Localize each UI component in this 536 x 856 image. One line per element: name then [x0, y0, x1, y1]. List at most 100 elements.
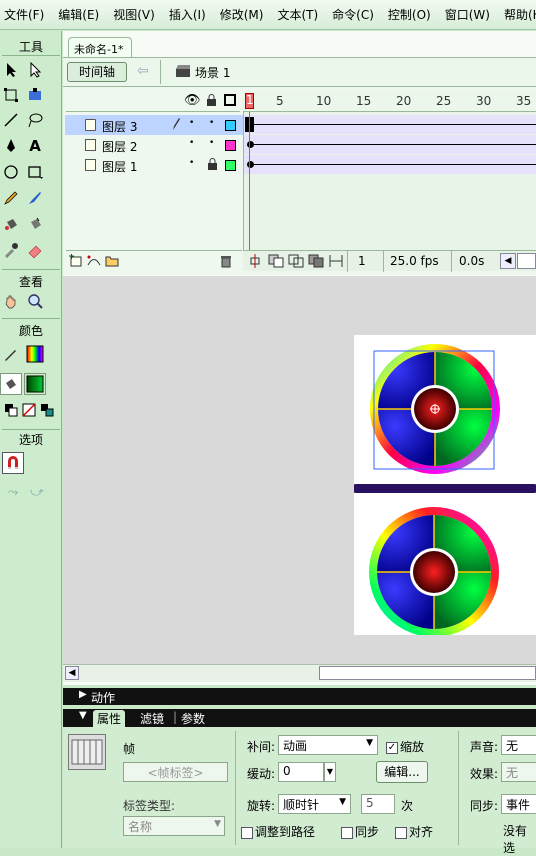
layer-name[interactable]: 图层 2 — [102, 138, 137, 155]
stroke-color-swatch[interactable] — [24, 343, 46, 365]
snap-magnet-icon[interactable] — [2, 452, 24, 474]
tab-filters[interactable]: 滤镜 — [140, 710, 164, 727]
sync-checkbox[interactable]: 同步 — [341, 823, 379, 840]
eye-icon[interactable]: 👁 — [184, 93, 201, 108]
expand-arrow-icon[interactable]: ▶ — [79, 689, 87, 700]
dropdown-arrow-icon: ▼ — [366, 738, 373, 748]
scroll-left-arrow-icon[interactable]: ◀ — [65, 666, 79, 680]
eraser-tool-icon[interactable] — [24, 239, 46, 261]
document-tab[interactable]: 未命名-1* — [68, 37, 132, 57]
fill-color-icon[interactable] — [0, 373, 22, 395]
frame-row[interactable] — [244, 155, 536, 174]
menu-help[interactable]: 帮助(H) — [500, 6, 536, 23]
brush-tool-icon[interactable] — [24, 187, 46, 209]
menu-insert[interactable]: 插入(I) — [165, 6, 210, 23]
actions-title[interactable]: 动作 — [91, 689, 115, 706]
add-guide-layer-icon[interactable] — [87, 254, 101, 267]
stage-canvas[interactable] — [352, 335, 536, 637]
frame-ruler[interactable]: 1 5 10 15 20 25 30 35 — [243, 90, 536, 112]
outline-color-swatch[interactable] — [225, 160, 236, 171]
onion-outlines-icon[interactable] — [288, 254, 304, 268]
orient-to-path-checkbox[interactable]: 调整到路径 — [241, 823, 315, 840]
visibility-dot[interactable]: • — [189, 118, 194, 128]
lock-dot[interactable]: • — [209, 118, 214, 128]
pen-tool-icon[interactable] — [0, 135, 22, 157]
free-transform-tool-icon[interactable] — [0, 84, 22, 106]
eyedropper-tool-icon[interactable] — [0, 239, 22, 261]
text-tool-icon[interactable]: A — [24, 135, 46, 157]
rotate-times-input[interactable]: 5 — [361, 794, 395, 814]
ease-input[interactable]: 0 — [278, 762, 324, 782]
lock-dot[interactable]: • — [209, 138, 214, 148]
visibility-dot[interactable]: • — [189, 138, 194, 148]
tween-select[interactable]: 动画 ▼ — [278, 735, 378, 755]
rectangle-tool-icon[interactable] — [24, 161, 46, 183]
timeline-hscroll-thumb[interactable] — [517, 253, 536, 269]
straighten-icon[interactable]: ⤻ — [26, 481, 48, 503]
subselection-tool-icon[interactable] — [24, 59, 46, 81]
sound-select[interactable]: 无 — [501, 735, 536, 755]
outline-icon[interactable] — [224, 94, 236, 106]
menu-window[interactable]: 窗口(W) — [441, 6, 494, 23]
zoom-tool-icon[interactable] — [24, 290, 46, 312]
delete-layer-icon[interactable] — [219, 254, 233, 268]
line-tool-icon[interactable] — [0, 109, 22, 131]
frame-rate[interactable]: 25.0 fps — [390, 254, 439, 268]
frame-row[interactable] — [244, 135, 536, 154]
frame-row[interactable] — [244, 115, 536, 134]
scene-label[interactable]: 场景 1 — [195, 64, 230, 81]
stroke-color-icon[interactable] — [0, 343, 22, 365]
snap-checkbox[interactable]: 对齐 — [395, 823, 433, 840]
lock-icon[interactable] — [206, 94, 217, 106]
back-arrow-icon[interactable]: ⇦ — [137, 63, 157, 81]
layer-name[interactable]: 图层 3 — [102, 118, 137, 135]
gradient-transform-tool-icon[interactable] — [24, 84, 46, 106]
ease-slider-arrow-icon[interactable]: ▼ — [324, 762, 336, 782]
outline-color-swatch[interactable] — [225, 140, 236, 151]
timeline-toggle-button[interactable]: 时间轴 — [67, 62, 127, 82]
tab-params[interactable]: 参数 — [181, 710, 205, 727]
actions-panel-header[interactable]: ▶ 动作 — [63, 688, 536, 705]
frame-label-input[interactable]: <帧标签> — [123, 762, 228, 782]
onion-skin-icon[interactable] — [268, 254, 284, 268]
ink-bottle-tool-icon[interactable] — [0, 213, 22, 235]
label-type-select[interactable]: 名称 ▼ — [123, 816, 225, 836]
modify-markers-icon[interactable] — [329, 254, 343, 268]
selection-tool-icon[interactable] — [0, 59, 22, 81]
menu-commands[interactable]: 命令(C) — [328, 6, 378, 23]
sync-sound-select[interactable]: 事件 — [501, 794, 536, 814]
visibility-dot[interactable]: • — [189, 158, 194, 168]
scale-checkbox[interactable]: ✓ 缩放 — [386, 738, 424, 755]
menu-modify[interactable]: 修改(M) — [216, 6, 268, 23]
layer-name[interactable]: 图层 1 — [102, 158, 137, 175]
lasso-tool-icon[interactable] — [24, 109, 46, 131]
tab-properties[interactable]: 属性 — [93, 710, 126, 728]
rotate-select[interactable]: 顺时针 ▼ — [278, 794, 351, 814]
menu-control[interactable]: 控制(O) — [384, 6, 435, 23]
fill-color-swatch[interactable] — [24, 373, 46, 395]
scene-clapper-icon — [175, 64, 191, 78]
collapse-arrow-icon[interactable]: ▼ — [79, 710, 87, 721]
effect-select[interactable]: 无 — [501, 762, 536, 782]
paint-bucket-tool-icon[interactable] — [24, 213, 46, 235]
outline-color-swatch[interactable] — [225, 120, 236, 131]
insert-folder-icon[interactable] — [105, 254, 119, 267]
smooth-icon[interactable]: ⤳ — [2, 481, 24, 503]
swap-colors-icon[interactable] — [36, 399, 58, 421]
pencil-tool-icon[interactable] — [0, 187, 22, 209]
oval-tool-icon[interactable] — [0, 161, 22, 183]
stage-hscrollbar[interactable]: ◀ — [63, 664, 536, 682]
center-frame-icon[interactable] — [249, 254, 261, 268]
stage-scroll-thumb[interactable] — [319, 666, 536, 680]
scroll-left-arrow-icon[interactable]: ◀ — [500, 253, 516, 269]
layer-lock-icon[interactable] — [207, 158, 218, 173]
insert-layer-icon[interactable] — [69, 254, 83, 267]
edit-ease-button[interactable]: 编辑... — [376, 761, 428, 783]
menu-text[interactable]: 文本(T) — [273, 6, 322, 23]
menu-file[interactable]: 文件(F) — [0, 6, 48, 23]
hand-tool-icon[interactable] — [0, 290, 22, 312]
sync-sound-label: 同步: — [470, 799, 499, 813]
menu-edit[interactable]: 编辑(E) — [54, 6, 103, 23]
menu-view[interactable]: 视图(V) — [109, 6, 159, 23]
edit-multiple-frames-icon[interactable] — [308, 254, 324, 268]
